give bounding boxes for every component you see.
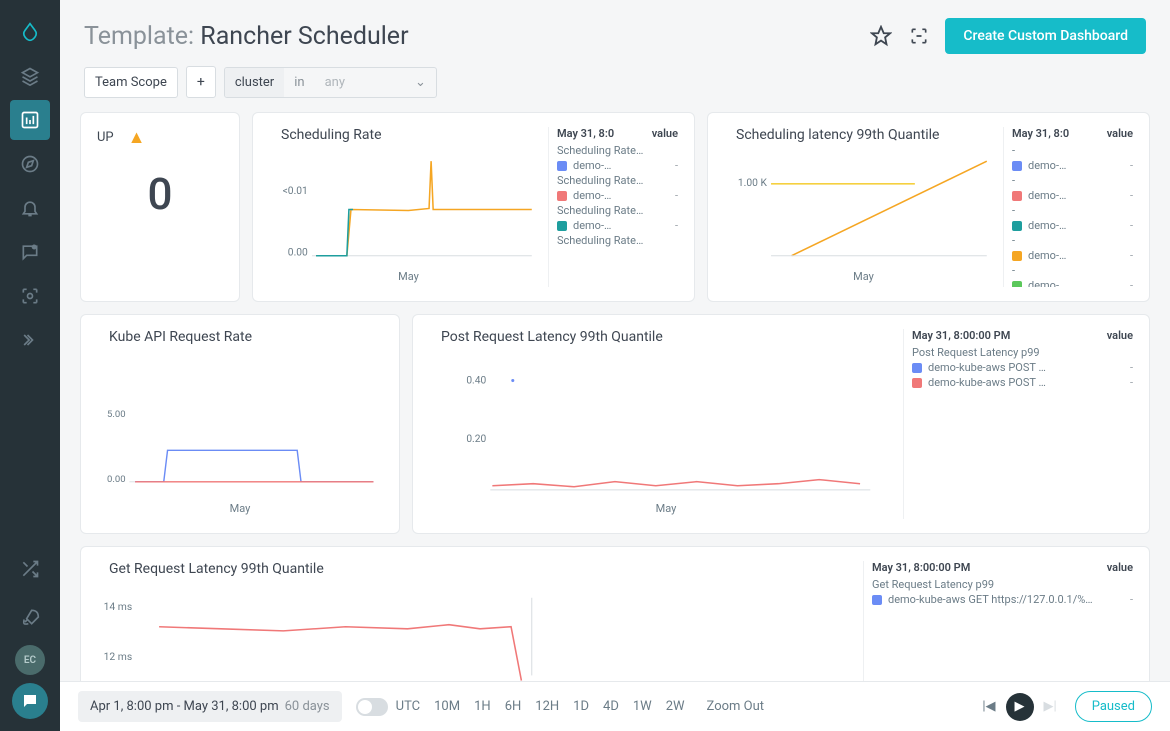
up-value: 0	[97, 168, 223, 220]
range-1W[interactable]: 1W	[633, 699, 652, 714]
up-title: UP	[97, 130, 114, 145]
svg-text:0.40: 0.40	[466, 376, 486, 387]
avatar[interactable]: EC	[15, 645, 45, 675]
legend-post-latency: May 31, 8:00:00 PMvalue Post Request Lat…	[903, 329, 1133, 519]
svg-text:0.00: 0.00	[107, 474, 126, 485]
sidebar: EC	[0, 0, 60, 731]
range-1D[interactable]: 1D	[573, 699, 589, 714]
chevron-down-icon: ⌄	[405, 68, 436, 97]
sidebar-captures[interactable]	[10, 276, 50, 316]
chat-button[interactable]	[12, 683, 48, 719]
card-kube-api: Kube API Request Rate 5.00 0.00 May	[80, 314, 400, 534]
range-6H[interactable]: 6H	[505, 699, 522, 714]
svg-text:0.20: 0.20	[466, 434, 486, 445]
sidebar-shuffle[interactable]	[10, 549, 50, 589]
time-range[interactable]: Apr 1, 8:00 pm - May 31, 8:00 pm60 days	[78, 691, 342, 722]
range-2W[interactable]: 2W	[666, 699, 685, 714]
sidebar-collapse[interactable]	[10, 320, 50, 360]
play-button[interactable]: ▶	[1006, 693, 1034, 721]
svg-text:<0.01: <0.01	[283, 184, 308, 197]
svg-text:12 ms: 12 ms	[104, 650, 133, 663]
sidebar-logo[interactable]	[10, 12, 50, 52]
paused-pill[interactable]: Paused	[1075, 691, 1152, 722]
page-title: Template: Rancher Scheduler	[84, 22, 409, 51]
range-4D[interactable]: 4D	[603, 699, 619, 714]
range-12H[interactable]: 12H	[535, 699, 559, 714]
sidebar-explore[interactable]	[10, 144, 50, 184]
card-up: UP ▲ 0	[80, 112, 240, 302]
card-post-latency: Post Request Latency 99th Quantile 0.40 …	[412, 314, 1150, 534]
card-scheduling-latency: Scheduling latency 99th Quantile 1.00 K …	[707, 112, 1150, 302]
star-icon[interactable]	[869, 24, 893, 48]
sidebar-layers[interactable]	[10, 56, 50, 96]
range-10M[interactable]: 10M	[434, 699, 460, 714]
scan-icon[interactable]	[907, 24, 931, 48]
scope-add[interactable]: +	[186, 66, 216, 98]
timebar: Apr 1, 8:00 pm - May 31, 8:00 pm60 days …	[60, 681, 1170, 731]
svg-text:1.00 K: 1.00 K	[738, 176, 768, 189]
legend-get-latency: May 31, 8:00:00 PMvalue Get Request Late…	[863, 561, 1133, 681]
svg-text:0.00: 0.00	[288, 246, 308, 259]
cluster-filter[interactable]: cluster in any ⌄	[224, 67, 437, 98]
scope-row: Team Scope + cluster in any ⌄	[60, 66, 1170, 112]
header: Template: Rancher Scheduler Create Custo…	[60, 0, 1170, 66]
create-dashboard-button[interactable]: Create Custom Dashboard	[945, 18, 1146, 54]
sidebar-dashboards[interactable]	[10, 100, 50, 140]
sidebar-events[interactable]	[10, 232, 50, 272]
sidebar-rocket[interactable]	[10, 597, 50, 637]
legend-scheduling-rate: May 31, 8:0value Scheduling Rate…demo-…-…	[548, 127, 678, 287]
svg-text:5.00: 5.00	[107, 409, 126, 420]
team-scope[interactable]: Team Scope	[84, 67, 178, 98]
range-1H[interactable]: 1H	[474, 699, 491, 714]
zoom-out[interactable]: Zoom Out	[707, 699, 764, 714]
svg-text:14 ms: 14 ms	[104, 600, 133, 613]
step-forward-icon: ▶|	[1044, 699, 1057, 714]
sidebar-alerts[interactable]	[10, 188, 50, 228]
quick-ranges: 10M 1H 6H 12H 1D 4D 1W 2W	[434, 699, 684, 714]
warning-icon: ▲	[128, 127, 146, 148]
step-back-icon[interactable]: |◀	[982, 699, 995, 714]
legend-scheduling-latency: May 31, 8:0value -demo-…--demo-…--demo-……	[1003, 127, 1133, 287]
utc-switch[interactable]	[356, 698, 388, 716]
card-scheduling-rate: Scheduling Rate <0.01 0.00 May May 31, 8…	[252, 112, 695, 302]
card-get-latency: Get Request Latency 99th Quantile 14 ms …	[80, 546, 1150, 696]
